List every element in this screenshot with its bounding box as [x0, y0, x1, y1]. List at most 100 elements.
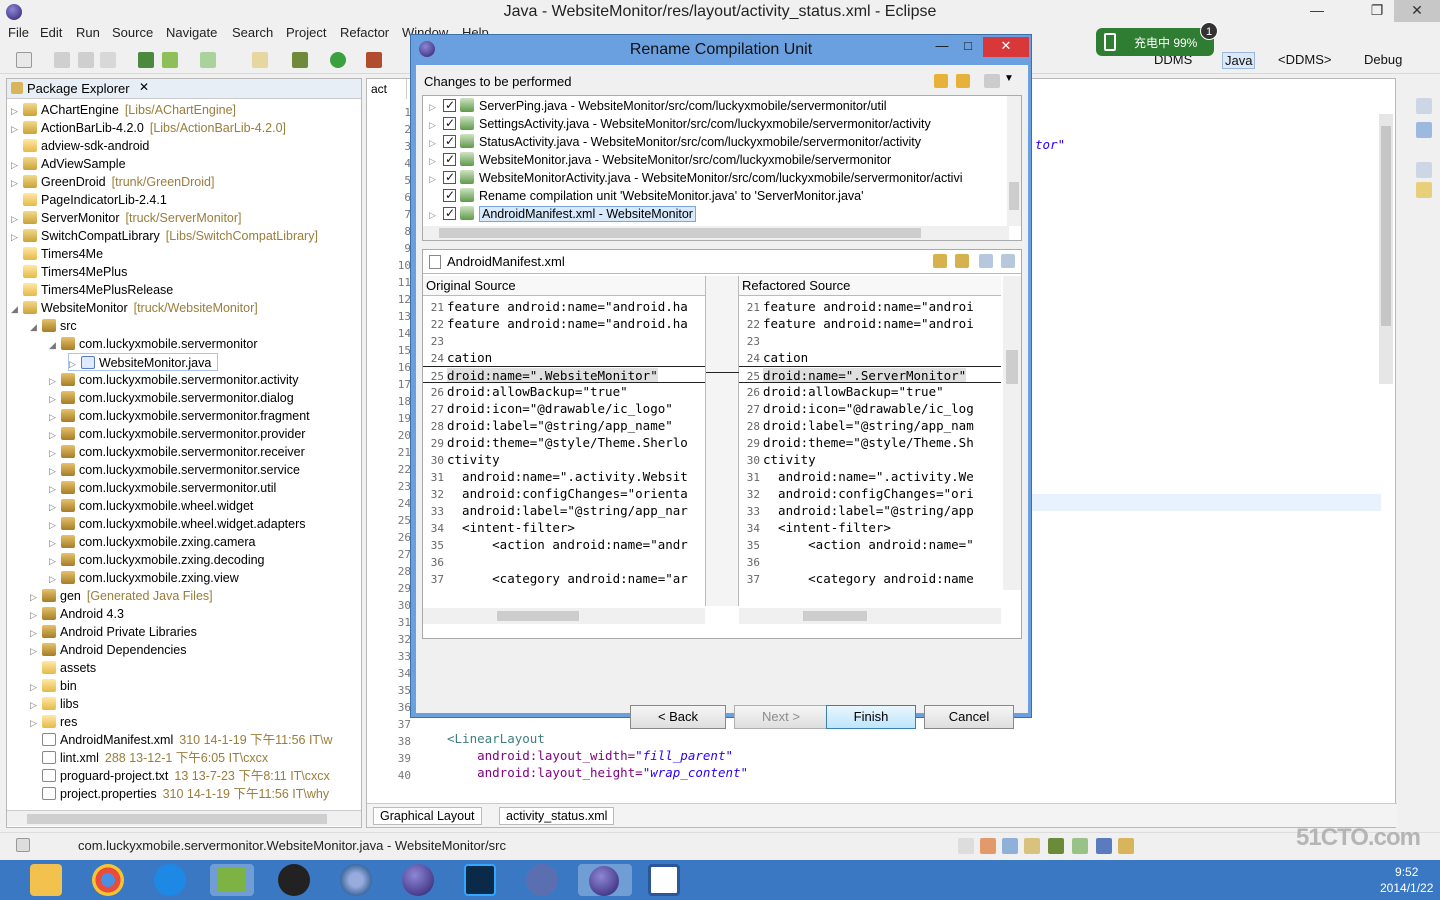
change-item[interactable]: ▷ SettingsActivity.java - WebsiteMonitor/…: [429, 114, 931, 134]
next-button[interactable]: Next >: [734, 705, 828, 729]
tree-item[interactable]: ▷ SwitchCompatLibrary [Libs/SwitchCompatLi…: [11, 227, 318, 245]
tree-item[interactable]: Timers4MePlusRelease: [11, 281, 179, 299]
tree-expand-icon[interactable]: ◢: [11, 300, 23, 318]
change-item[interactable]: ▷ WebsiteMonitorActivity.java - WebsiteMo…: [429, 168, 962, 188]
menu-navigate[interactable]: Navigate: [166, 25, 217, 40]
tree-expand-icon[interactable]: ▷: [429, 206, 443, 224]
tree-item[interactable]: ▷ com.luckyxmobile.wheel.widget.adapters: [49, 515, 312, 533]
editor-scrollbar[interactable]: [1379, 114, 1393, 384]
tree-item[interactable]: lint.xml 288 13-12-1 下午6:05 IT\cxcx: [30, 749, 268, 767]
tree-item[interactable]: ▷ Android Dependencies: [30, 641, 192, 659]
tree-item[interactable]: proguard-project.txt 13 13-7-23 下午8:11 IT…: [30, 767, 330, 785]
tree-item[interactable]: ▷ com.luckyxmobile.zxing.view: [49, 569, 245, 587]
tree-item[interactable]: ◢ WebsiteMonitor [truck/WebsiteMonitor]: [11, 299, 258, 317]
tab-graphical-layout[interactable]: Graphical Layout: [373, 807, 482, 825]
tree-expand-icon[interactable]: ▷: [49, 426, 61, 444]
next-difference-icon[interactable]: [933, 254, 947, 268]
close-window-button[interactable]: ✕: [1394, 0, 1440, 22]
tree-expand-icon[interactable]: ▷: [49, 480, 61, 498]
tree-item[interactable]: ▷ Android 4.3: [30, 605, 130, 623]
tree-expand-icon[interactable]: ▷: [11, 120, 23, 138]
scrollbar-thumb[interactable]: [1006, 350, 1018, 384]
menu-search[interactable]: Search: [232, 25, 273, 40]
scrollbar-thumb[interactable]: [439, 228, 921, 238]
tree-expand-icon[interactable]: ▷: [429, 170, 443, 188]
android-tool-icon[interactable]: [210, 864, 254, 896]
close-icon[interactable]: ✕: [139, 80, 149, 94]
arrow-up-icon[interactable]: [956, 74, 970, 88]
change-item[interactable]: ▷ ServerPing.java - WebsiteMonitor/src/co…: [429, 96, 887, 115]
tree-expand-icon[interactable]: ▷: [429, 116, 443, 134]
external-tools-icon[interactable]: [366, 52, 382, 68]
tree-item[interactable]: ▷ com.luckyxmobile.wheel.widget: [49, 497, 259, 515]
android-sdk-icon[interactable]: [138, 52, 154, 68]
system-clock[interactable]: 9:52 2014/1/22: [1380, 864, 1433, 896]
tree-expand-icon[interactable]: ▷: [30, 714, 42, 732]
change-item[interactable]: ▷ StatusActivity.java - WebsiteMonitor/sr…: [429, 132, 921, 152]
tree-item[interactable]: ◢ com.luckyxmobile.servermonitor: [49, 335, 264, 353]
change-item[interactable]: ▷ WebsiteMonitor.java - WebsiteMonitor/sr…: [429, 150, 891, 169]
change-checkbox[interactable]: [443, 114, 456, 132]
tree-item[interactable]: PageIndicatorLib-2.4.1: [11, 191, 173, 209]
tree-item[interactable]: ▷ com.luckyxmobile.servermonitor.activity: [49, 371, 305, 389]
editor-tab[interactable]: act: [367, 79, 407, 99]
tree-expand-icon[interactable]: ▷: [49, 390, 61, 408]
change-checkbox[interactable]: [443, 186, 456, 204]
qq-icon[interactable]: [278, 864, 310, 896]
package-explorer-scrollbar[interactable]: [7, 810, 361, 826]
change-item[interactable]: ▷ AndroidManifest.xml - WebsiteMonitor: [429, 204, 696, 224]
debug-icon[interactable]: [292, 52, 308, 68]
eclipse-active-task[interactable]: [578, 864, 632, 896]
tree-item[interactable]: ▷ com.luckyxmobile.servermonitor.provider: [49, 425, 311, 443]
tree-item[interactable]: Timers4MePlus: [11, 263, 133, 281]
scrollbar-thumb[interactable]: [27, 814, 327, 824]
diff-vertical-scrollbar[interactable]: [1003, 276, 1021, 590]
status-tool-icon-3[interactable]: [1002, 838, 1018, 854]
dialog-close-button[interactable]: ✕: [983, 37, 1029, 57]
previous-change-icon[interactable]: [1001, 254, 1015, 268]
tree-item[interactable]: ▷ com.luckyxmobile.servermonitor.util: [49, 479, 282, 497]
tree-expand-icon[interactable]: ▷: [49, 552, 61, 570]
perspective-debug[interactable]: Debug: [1364, 52, 1402, 67]
refactored-source-pane[interactable]: Refactored Source 21 feature android:name…: [739, 276, 1001, 606]
previous-difference-icon[interactable]: [955, 254, 969, 268]
tree-expand-icon[interactable]: ▷: [49, 408, 61, 426]
open-type-icon[interactable]: [252, 52, 268, 68]
tree-expand-icon[interactable]: ▷: [49, 570, 61, 588]
back-button[interactable]: < Back: [630, 705, 726, 729]
status-tool-icon-1[interactable]: [958, 838, 974, 854]
photoshop-icon[interactable]: [464, 864, 496, 896]
tree-expand-icon[interactable]: ▷: [30, 678, 42, 696]
dialog-maximize-button[interactable]: □: [955, 37, 981, 57]
new-icon[interactable]: [16, 52, 32, 68]
tree-expand-icon[interactable]: ▷: [429, 134, 443, 152]
tree-item[interactable]: ▷ gen [Generated Java Files]: [30, 587, 213, 605]
chrome-icon[interactable]: [92, 864, 124, 896]
tree-expand-icon[interactable]: ▷: [30, 606, 42, 624]
refactored-horizontal-scrollbar[interactable]: [739, 608, 1001, 624]
menu-refactor[interactable]: Refactor: [340, 25, 389, 40]
fast-view-icon[interactable]: [16, 838, 30, 852]
tree-expand-icon[interactable]: ▷: [49, 372, 61, 390]
tree-expand-icon[interactable]: ▷: [49, 534, 61, 552]
filter-changes-icon[interactable]: [984, 74, 1000, 88]
tree-expand-icon[interactable]: ▷: [30, 624, 42, 642]
scrollbar-thumb[interactable]: [803, 611, 867, 621]
status-tool-icon-2[interactable]: [980, 838, 996, 854]
status-tool-icon-7[interactable]: [1096, 838, 1112, 854]
tree-item[interactable]: ▷ com.luckyxmobile.zxing.decoding: [49, 551, 271, 569]
tree-item[interactable]: ▷ res: [30, 713, 83, 731]
menu-run[interactable]: Run: [76, 25, 100, 40]
change-checkbox[interactable]: [443, 96, 456, 114]
menu-project[interactable]: Project: [286, 25, 326, 40]
link-tool-icon[interactable]: [526, 864, 558, 896]
tree-item[interactable]: ◢ src: [30, 317, 83, 335]
eclipse-taskbar-icon[interactable]: [402, 864, 434, 896]
tree-item[interactable]: ▷ WebsiteMonitor.java: [68, 353, 219, 371]
tree-item[interactable]: project.properties 310 14-1-19 下午11:56 IT…: [30, 785, 329, 803]
tree-item[interactable]: adview-sdk-android: [11, 137, 155, 155]
file-explorer-icon[interactable]: [30, 864, 62, 896]
original-horizontal-scrollbar[interactable]: [423, 608, 705, 624]
tree-expand-icon[interactable]: ▷: [11, 156, 23, 174]
changes-horizontal-scrollbar[interactable]: [423, 226, 1009, 240]
